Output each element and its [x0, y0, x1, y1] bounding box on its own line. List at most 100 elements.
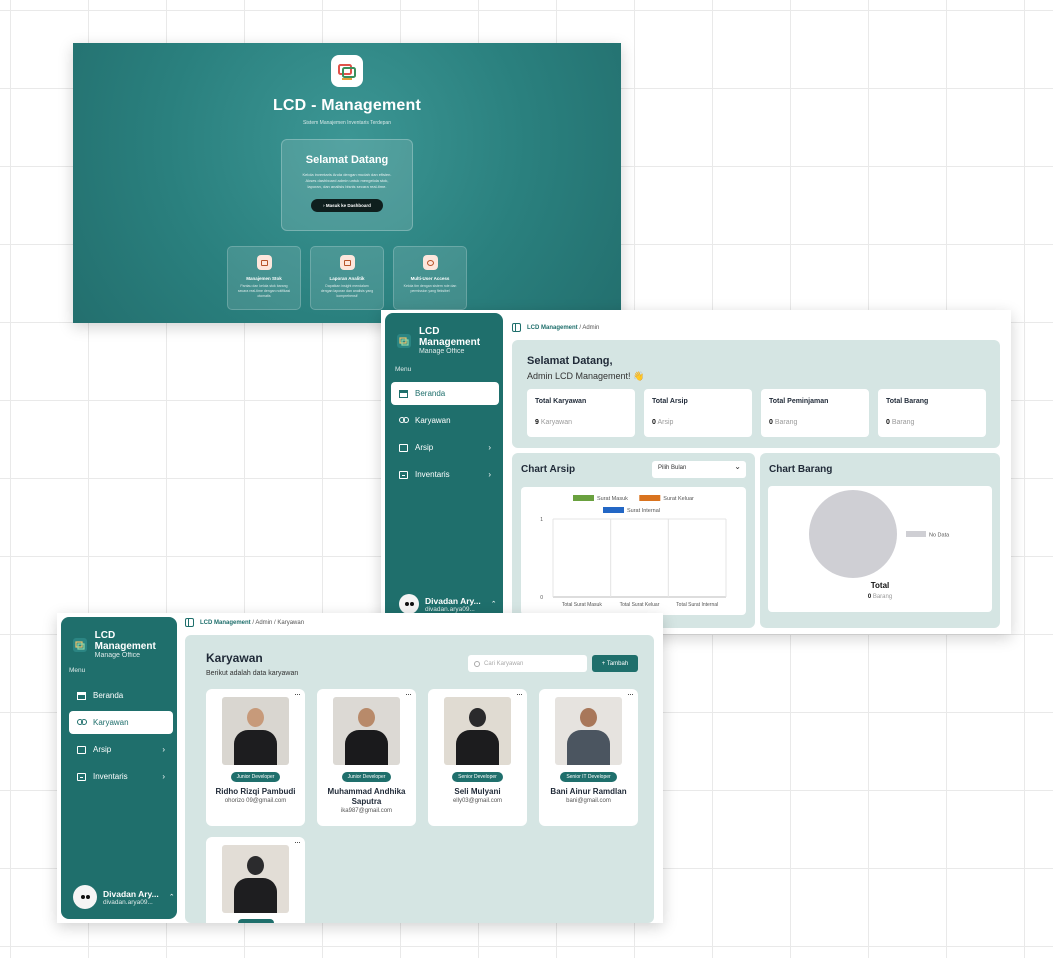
chevron-right-icon: › — [488, 470, 491, 479]
users-icon — [77, 718, 87, 727]
stat-value: 9 — [535, 419, 539, 426]
feature-text: Pantau dan kelola stok barang secara rea… — [237, 284, 291, 298]
home-icon — [77, 691, 86, 700]
stat-unit: Barang — [774, 419, 798, 426]
menu-label: Menu — [395, 366, 412, 373]
legend-swatch — [603, 507, 624, 513]
employee-email: bani@gmail.com — [566, 798, 611, 804]
app-name: LCD Management — [94, 630, 156, 652]
employee-card[interactable]: ··· Senior IT Developer Bani Ainur Ramdl… — [539, 689, 638, 826]
sidebar-item-inventaris[interactable]: Inventaris › — [69, 765, 173, 788]
pie-total-value: 0 Barang — [868, 594, 892, 600]
more-options-icon[interactable]: ··· — [516, 689, 523, 699]
enter-dashboard-label: Masuk ke Dashboard — [325, 203, 371, 208]
user-menu[interactable]: Divadan Ary... divadan.arya09... ⌃ — [73, 885, 175, 909]
chart-title: Chart Arsip — [521, 464, 576, 475]
employee-photo — [555, 697, 622, 765]
legend-label: Surat Keluar — [663, 496, 694, 502]
chevron-up-icon: ⌃ — [490, 601, 497, 608]
sidebar-item-label: Beranda — [415, 389, 446, 398]
stat-value: 0 — [886, 419, 890, 426]
monitor-logo-icon — [338, 64, 356, 80]
pie-chart-svg: No Data Total 0 Barang — [809, 490, 950, 600]
sidebar-item-karyawan[interactable]: Karyawan — [69, 711, 173, 734]
sidebar-item-beranda[interactable]: Beranda — [69, 684, 173, 707]
inventory-icon — [399, 470, 408, 479]
menu-label: Menu — [69, 667, 86, 674]
stat-card-karyawan: Total Karyawan 9 Karyawan — [527, 389, 635, 437]
sidebar-header[interactable]: LCD Management Manage Office — [397, 326, 503, 355]
breadcrumb-root[interactable]: LCD Management — [527, 325, 578, 331]
search-icon — [474, 660, 480, 667]
chart-title: Chart Barang — [769, 464, 833, 475]
chart-arsip-section: Chart Arsip Pilih Bulan Surat MasukSurat… — [512, 453, 755, 628]
employee-card[interactable]: ··· — [206, 837, 305, 923]
more-options-icon[interactable]: ··· — [405, 689, 412, 699]
sidebar-item-arsip[interactable]: Arsip › — [69, 738, 173, 761]
employee-card[interactable]: ··· Junior Developer Muhammad Andhika Sa… — [317, 689, 416, 826]
feature-text: Dapatkan insight mendalam dengan laporan… — [320, 284, 374, 298]
role-badge — [237, 919, 274, 923]
sidebar-item-label: Arsip — [93, 745, 112, 754]
more-options-icon[interactable]: ··· — [627, 689, 634, 699]
legend-label: Surat Internal — [627, 508, 660, 514]
users-icon — [399, 416, 409, 425]
sidebar-header[interactable]: LCD Management Manage Office — [73, 630, 177, 659]
page-subtitle: Berikut adalah data karyawan — [206, 670, 299, 677]
add-employee-button[interactable]: + Tambah — [592, 655, 638, 672]
month-select[interactable]: Pilih Bulan — [652, 461, 746, 478]
app-name: LCD Management — [418, 326, 481, 348]
toggle-sidebar-icon[interactable] — [185, 618, 194, 627]
karyawan-screen: LCD Management Manage Office Menu Berand… — [57, 613, 663, 923]
stat-label: Total Arsip — [652, 398, 688, 405]
sidebar-item-label: Karyawan — [93, 718, 129, 727]
search-input[interactable]: Cari Karyawan — [468, 655, 587, 672]
sidebar-item-label: Arsip — [415, 443, 434, 452]
welcome-text: Kelola inventaris Anda dengan mudah dan … — [302, 172, 392, 189]
user-name: Divadan Ary... — [425, 595, 481, 606]
stock-icon — [256, 255, 272, 270]
toggle-sidebar-icon[interactable] — [512, 323, 521, 332]
employee-name: Muhammad Andhika Saputra — [327, 787, 406, 806]
employee-card[interactable]: ··· Senior Developer Seli Mulyani elly03… — [428, 689, 527, 826]
employee-name: Ridho Rizqi Pambudi — [215, 787, 296, 796]
welcome-section: Selamat Datang, Admin LCD Management! 👋 … — [512, 340, 1000, 448]
bar-chart: Surat Masuk Surat Keluar Surat Internal 0 1 T… — [521, 487, 746, 615]
sidebar-item-arsip[interactable]: Arsip › — [391, 436, 499, 459]
employee-photo — [333, 697, 400, 765]
enter-dashboard-button[interactable]: › Masuk ke Dashboard — [311, 199, 383, 212]
search-placeholder: Cari Karyawan — [484, 660, 524, 667]
app-subtitle: Manage Office — [94, 652, 141, 659]
welcome-card: Selamat Datang Kelola inventaris Anda de… — [281, 139, 413, 231]
stat-unit: Arsip — [657, 419, 674, 426]
legend-swatch — [906, 531, 926, 537]
feature-card: Laporan Analitik Dapatkan insight mendal… — [310, 246, 384, 310]
role-badge: Senior Developer — [452, 772, 503, 782]
y-tick-label: 1 — [540, 517, 543, 523]
stat-label: Total Barang — [886, 398, 929, 405]
legend-swatch — [573, 495, 594, 501]
app-subtitle: Manage Office — [418, 348, 465, 355]
more-options-icon[interactable]: ··· — [294, 837, 301, 847]
user-email: divadan.arya09... — [425, 605, 475, 613]
landing-screen: LCD - Management Sistem Manajemen Invent… — [73, 43, 621, 323]
pie-chart: No Data Total 0 Barang — [768, 486, 992, 612]
inventory-icon — [77, 772, 86, 781]
breadcrumb-current: / Admin — [579, 324, 600, 331]
sidebar-item-beranda[interactable]: Beranda — [391, 382, 499, 405]
feature-card: Manajemen Stok Pantau dan kelola stok ba… — [227, 246, 301, 310]
welcome-heading: Selamat Datang, — [527, 355, 613, 367]
legend-swatch — [639, 495, 661, 501]
feature-card: Multi-User Access Kelola tim dengan sist… — [393, 246, 467, 310]
user-menu[interactable]: Divadan Ary... divadan.arya09... ⌃ — [399, 594, 497, 614]
stat-value: 0 — [652, 419, 656, 426]
avatar — [73, 885, 97, 909]
chevron-right-icon: › — [162, 745, 165, 754]
user-name: Divadan Ary... — [103, 888, 159, 899]
sidebar-item-inventaris[interactable]: Inventaris › — [391, 463, 499, 486]
more-options-icon[interactable]: ··· — [294, 689, 301, 699]
sidebar-item-karyawan[interactable]: Karyawan — [391, 409, 499, 432]
employee-card[interactable]: ··· Junior Developer Ridho Rizqi Pambudi… — [206, 689, 305, 826]
user-email: divadan.arya09... — [103, 898, 153, 906]
breadcrumb-root[interactable]: LCD Management — [200, 620, 251, 626]
